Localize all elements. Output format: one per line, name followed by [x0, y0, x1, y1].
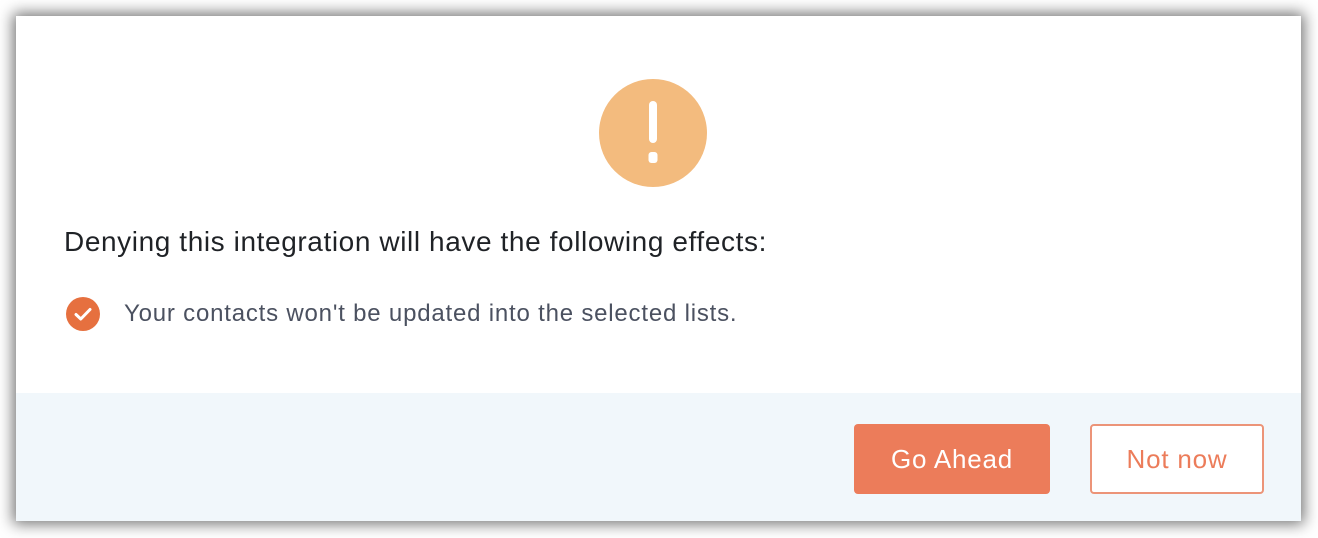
- dialog-heading: Denying this integration will have the f…: [64, 226, 767, 257]
- dialog-footer: Go Ahead Not now: [16, 393, 1301, 521]
- go-ahead-button[interactable]: Go Ahead: [854, 424, 1050, 494]
- warning-exclamation-icon: [599, 79, 707, 187]
- dialog-body: Denying this integration will have the f…: [16, 16, 1301, 393]
- check-circle-icon: [66, 297, 100, 331]
- not-now-button[interactable]: Not now: [1090, 424, 1264, 494]
- effect-list-item: Your contacts won't be updated into the …: [66, 296, 737, 332]
- deny-integration-dialog: Denying this integration will have the f…: [16, 16, 1301, 521]
- effect-text: Your contacts won't be updated into the …: [124, 300, 738, 327]
